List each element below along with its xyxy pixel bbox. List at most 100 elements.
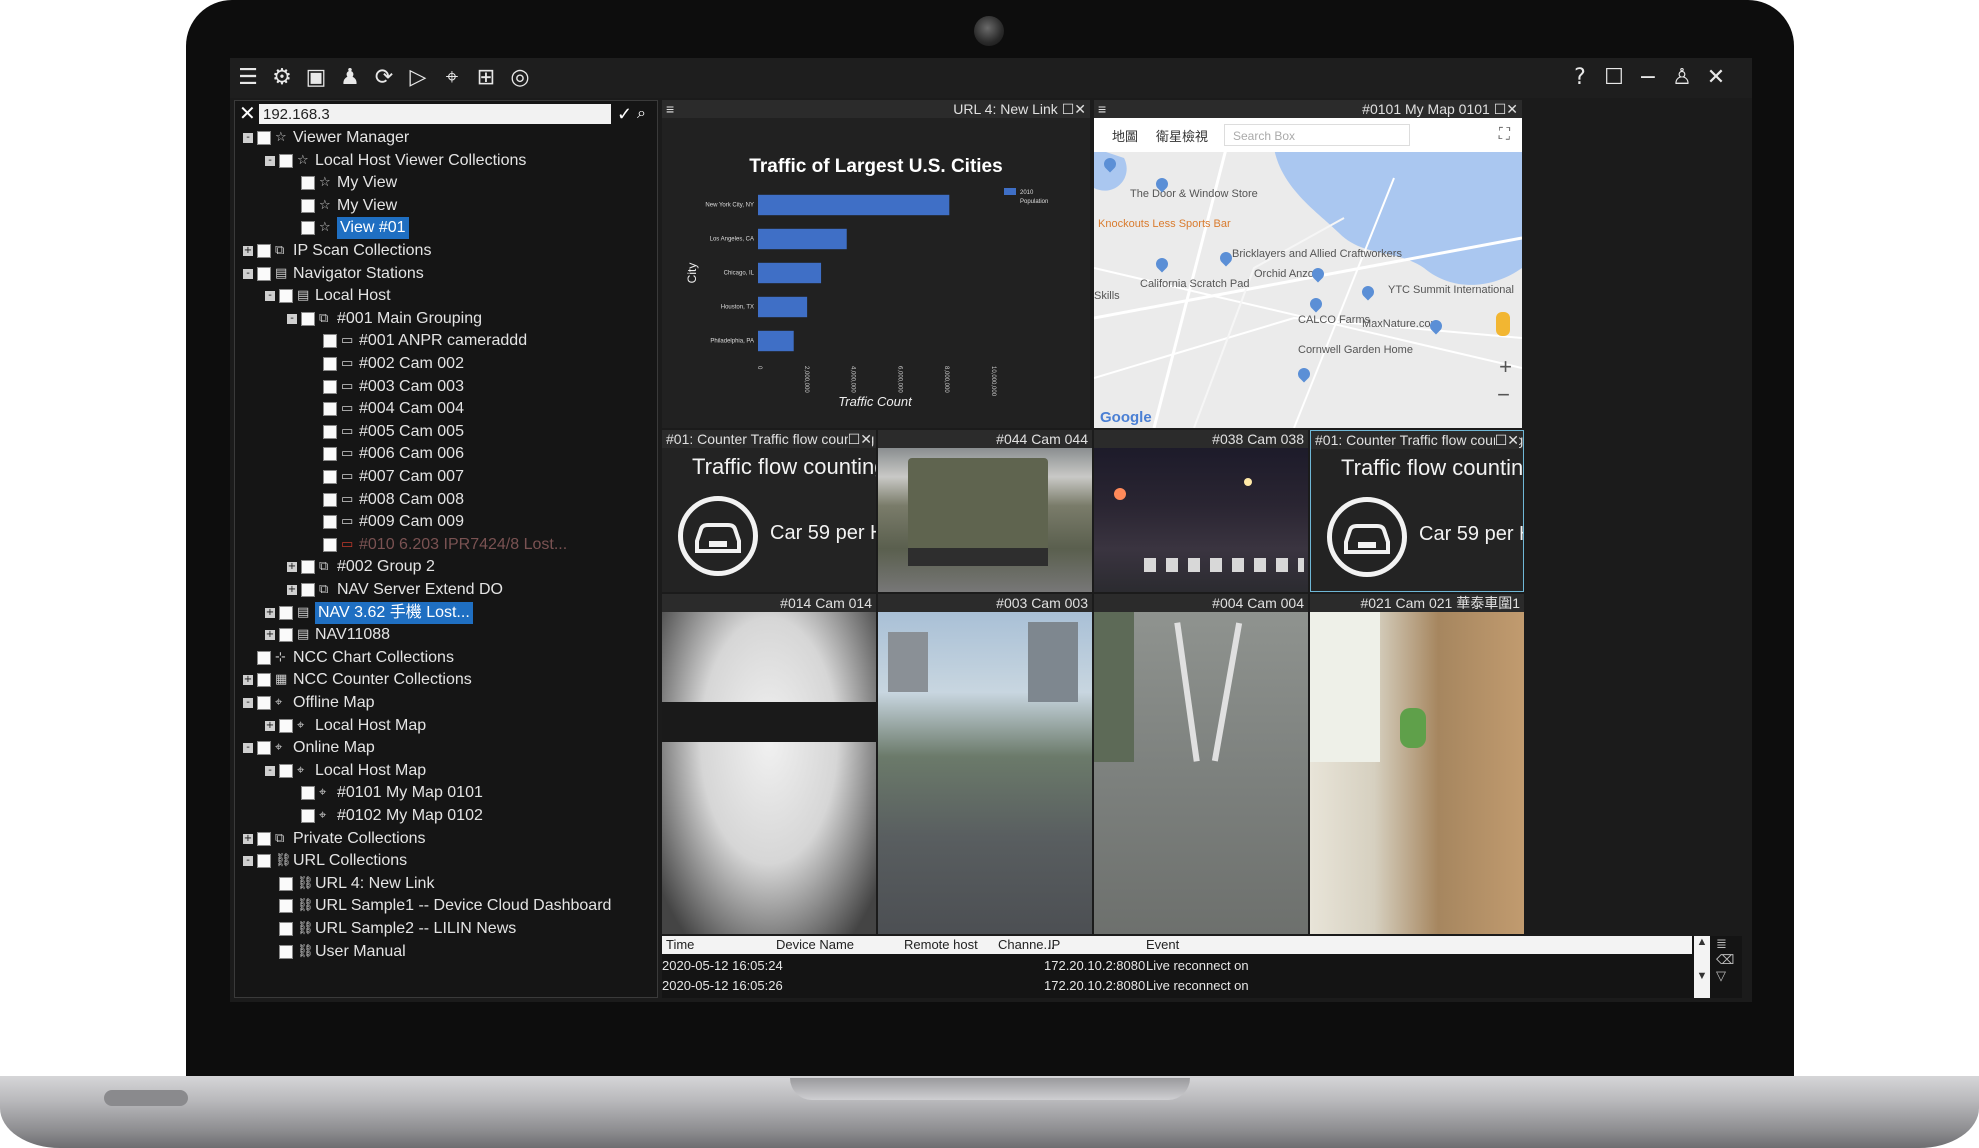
camera-feed[interactable] [662, 612, 876, 934]
collapse-icon[interactable]: - [243, 856, 253, 867]
tree-checkbox[interactable] [323, 470, 337, 484]
list-icon[interactable]: ≣ [1716, 936, 1736, 952]
table-row[interactable]: 2020-05-12 16:05:24 172.20.10.2:8080 Liv… [662, 956, 1692, 976]
confirm-icon[interactable]: ✓ [617, 103, 632, 125]
pane-maximize-icon[interactable]: ☐ [1062, 101, 1075, 117]
expand-icon[interactable]: + [243, 833, 253, 844]
tree-checkbox[interactable] [257, 854, 271, 869]
tree-checkbox[interactable] [279, 605, 293, 620]
fullscreen-icon[interactable]: ⛶ [1499, 126, 1510, 144]
tree-checkbox[interactable] [257, 831, 271, 846]
column-header[interactable]: Device Name [776, 936, 854, 954]
pane-maximize-icon[interactable]: ☐ [1495, 432, 1508, 448]
playback-icon[interactable]: ▣ [302, 64, 330, 92]
tree-checkbox[interactable] [257, 650, 271, 665]
camera-pane-014[interactable]: #014 Cam 014 [662, 594, 876, 934]
camera-feed[interactable] [878, 448, 1092, 592]
collapse-icon[interactable]: - [265, 765, 275, 776]
tree-checkbox[interactable] [301, 221, 315, 236]
clear-icon[interactable]: ⌫ [1716, 952, 1736, 968]
collapse-icon[interactable]: - [265, 291, 275, 302]
collapse-icon[interactable]: - [287, 313, 297, 324]
counter-pane-2[interactable]: #01: Counter Traffic flow counting ☐✕ Tr… [1310, 430, 1524, 592]
tree-checkbox[interactable] [301, 560, 315, 575]
tree-checkbox[interactable] [257, 673, 271, 688]
map-icon[interactable]: ⌖ [438, 64, 466, 92]
search-input[interactable] [259, 104, 611, 124]
account-icon[interactable]: ♙ [1668, 64, 1696, 92]
tree-checkbox[interactable] [257, 741, 271, 756]
tree-checkbox[interactable] [279, 763, 293, 778]
filter-icon[interactable]: ▽ [1716, 968, 1736, 984]
pane-maximize-icon[interactable]: ☐ [1494, 101, 1507, 117]
collapse-icon[interactable]: - [243, 268, 253, 279]
layout-icon[interactable]: ⊞ [472, 64, 500, 92]
collapse-icon[interactable]: - [243, 698, 253, 708]
menu-icon[interactable]: ☰ [234, 64, 262, 92]
tree-checkbox[interactable] [301, 176, 315, 191]
tree-checkbox[interactable] [301, 809, 315, 823]
tree-checkbox[interactable] [279, 718, 293, 733]
play-icon[interactable]: ▷ [404, 64, 432, 92]
tree-checkbox[interactable] [279, 876, 293, 891]
camera-pane-044[interactable]: #044 Cam 044 [878, 430, 1092, 592]
tree-checkbox[interactable] [279, 922, 293, 936]
expand-icon[interactable]: + [287, 585, 297, 595]
expand-icon[interactable]: + [287, 562, 297, 573]
disk-icon[interactable]: ◎ [506, 64, 534, 92]
tree-checkbox[interactable] [301, 786, 315, 801]
camera-feed[interactable] [1094, 612, 1308, 934]
pane-menu-icon[interactable]: ≡ [666, 100, 674, 118]
minimize-icon[interactable]: − [1634, 64, 1662, 92]
tree-checkbox[interactable] [257, 696, 271, 710]
column-header[interactable]: Event [1146, 936, 1179, 954]
tree-checkbox[interactable] [323, 537, 337, 552]
column-header[interactable]: IP [1048, 936, 1060, 954]
camera-feed[interactable] [1310, 612, 1524, 934]
tree-checkbox[interactable] [323, 492, 337, 507]
collapse-icon[interactable]: - [265, 155, 275, 166]
clear-search-icon[interactable]: ✕ [239, 103, 257, 125]
camera-feed[interactable] [1094, 448, 1308, 592]
online-map[interactable]: 地圖 衛星檢視 Search Box ⛶ The Door & Window S… [1094, 118, 1522, 428]
tree-checkbox[interactable] [279, 289, 293, 304]
map-search-box[interactable]: Search Box [1224, 124, 1410, 146]
scroll-down-icon[interactable]: ▼ [1694, 970, 1710, 982]
settings-icon[interactable]: ⚙ [268, 64, 296, 92]
column-header[interactable]: Time [666, 936, 694, 954]
pane-close-icon[interactable]: ✕ [860, 431, 872, 447]
pane-close-icon[interactable]: ✕ [1507, 432, 1519, 448]
maximize-icon[interactable]: ☐ [1600, 64, 1628, 92]
table-row[interactable]: 2020-05-12 16:05:26 172.20.10.2:8080 Liv… [662, 976, 1692, 996]
tree-checkbox[interactable] [279, 628, 293, 643]
camera-feed[interactable] [878, 612, 1092, 934]
tree-checkbox[interactable] [323, 379, 337, 394]
column-header[interactable]: Remote host [904, 936, 978, 954]
tree-checkbox[interactable] [323, 424, 337, 439]
expand-icon[interactable]: + [243, 246, 253, 256]
camera-pane-021[interactable]: #021 Cam 021 華泰車圍1 [1310, 594, 1524, 934]
map-pane[interactable]: ≡ #0101 My Map 0101 ☐✕ 地圖 衛星檢視 Search Bo… [1094, 100, 1522, 428]
tree-checkbox[interactable] [301, 311, 315, 326]
help-icon[interactable]: ? [1566, 64, 1594, 92]
collapse-icon[interactable]: - [243, 133, 253, 143]
tree-checkbox[interactable] [323, 515, 337, 530]
tree-checkbox[interactable] [301, 198, 315, 213]
event-log-scrollbar[interactable]: ▲ ▼ [1694, 936, 1710, 998]
camera-pane-003[interactable]: #003 Cam 003 [878, 594, 1092, 934]
user-icon[interactable]: ♟ [336, 64, 364, 92]
tree-checkbox[interactable] [279, 944, 293, 959]
tree-checkbox[interactable] [279, 153, 293, 168]
chart-pane[interactable]: ≡ URL 4: New Link ☐✕ Traffic of Largest … [662, 100, 1090, 428]
tree-checkbox[interactable] [279, 899, 293, 914]
tree-checkbox[interactable] [257, 131, 271, 145]
expand-icon[interactable]: + [265, 630, 275, 641]
refresh-icon[interactable]: ⟳ [370, 64, 398, 92]
tree-checkbox[interactable] [323, 334, 337, 349]
search-icon[interactable]: ⌕ [637, 103, 646, 125]
camera-pane-038[interactable]: #038 Cam 038 [1094, 430, 1308, 592]
zoom-out-icon[interactable]: − [1497, 382, 1510, 408]
tree-checkbox[interactable] [323, 357, 337, 371]
pane-close-icon[interactable]: ✕ [1074, 101, 1086, 117]
street-view-icon[interactable] [1496, 312, 1510, 336]
